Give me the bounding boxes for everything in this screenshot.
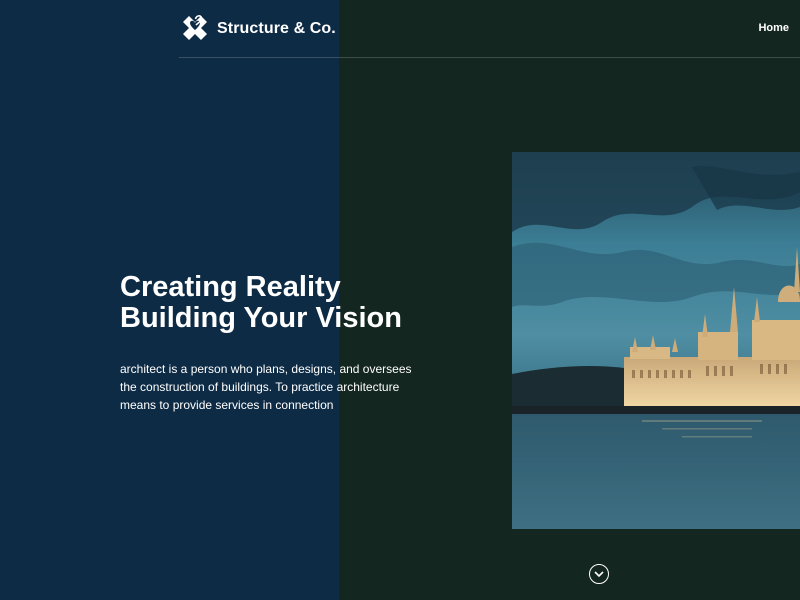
x-heart-logo-icon [183,15,207,40]
chevron-down-icon [594,570,604,577]
hero-title: Creating Reality Building Your Vision [120,272,440,334]
hero-title-line-2: Building Your Vision [120,302,402,334]
hero-description: architect is a person who plans, designs… [120,362,412,412]
logo[interactable]: Structure & Co. [179,13,336,45]
scroll-down-button[interactable] [589,564,609,584]
site-header: Structure & Co. Home [179,0,800,58]
hero-section: Creating Reality Building Your Vision ar… [120,272,440,414]
hero-photo [512,152,800,529]
nav-home-link[interactable]: Home [758,22,789,34]
brand-name: Structure & Co. [217,20,336,37]
hero-title-line-1: Creating Reality [120,271,341,303]
